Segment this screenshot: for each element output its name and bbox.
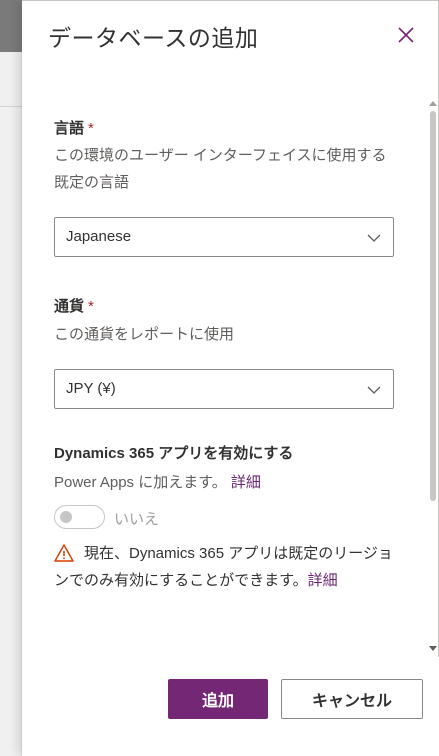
- language-label: 言語 *: [54, 120, 94, 137]
- language-dropdown[interactable]: Japanese: [54, 217, 394, 257]
- add-database-panel: データベースの追加 言語 * この環境のユーザー インターフェイスに使用する既定の…: [22, 0, 439, 756]
- close-icon: [398, 27, 414, 43]
- panel-title: データベースの追加: [48, 25, 259, 51]
- cancel-button[interactable]: キャンセル: [281, 679, 423, 719]
- required-mark: *: [88, 120, 94, 137]
- currency-dropdown[interactable]: JPY (¥): [54, 369, 394, 409]
- warning-details-link[interactable]: 詳細: [308, 572, 338, 589]
- panel-body[interactable]: 言語 * この環境のユーザー インターフェイスに使用する既定の言語 Japanes…: [22, 97, 439, 657]
- currency-description: この通貨をレポートに使用: [54, 326, 235, 343]
- language-selected-value: Japanese: [66, 228, 132, 245]
- dynamics-toggle[interactable]: [54, 505, 105, 529]
- page-backdrop: [0, 0, 22, 756]
- toggle-label: いいえ: [114, 511, 160, 528]
- panel-scrollbar[interactable]: [428, 97, 438, 657]
- scroll-down-arrow[interactable]: [429, 646, 437, 651]
- language-description: この環境のユーザー インターフェイスに使用する既定の言語: [54, 147, 387, 191]
- chevron-down-icon: [367, 386, 381, 394]
- add-button[interactable]: 追加: [168, 679, 268, 719]
- currency-selected-value: JPY (¥): [66, 380, 116, 397]
- warning-message: 現在、Dynamics 365 アプリは既定のリージョンでのみ有効にすることがで…: [54, 545, 393, 589]
- chevron-down-icon: [367, 234, 381, 242]
- details-link[interactable]: 詳細: [231, 474, 261, 491]
- dynamics-description: Power Apps に加えます。 詳細: [54, 474, 261, 491]
- panel-footer: 追加 キャンセル: [22, 657, 439, 756]
- close-button[interactable]: [394, 23, 418, 47]
- required-mark: *: [88, 298, 94, 315]
- backdrop-divider: [0, 106, 22, 107]
- backdrop-header-bar: [0, 0, 22, 52]
- toggle-knob: [60, 511, 72, 523]
- scroll-thumb[interactable]: [430, 111, 436, 501]
- scroll-up-arrow[interactable]: [429, 101, 437, 106]
- dynamics-label: Dynamics 365 アプリを有効にする: [54, 445, 294, 462]
- currency-label: 通貨 *: [54, 298, 94, 315]
